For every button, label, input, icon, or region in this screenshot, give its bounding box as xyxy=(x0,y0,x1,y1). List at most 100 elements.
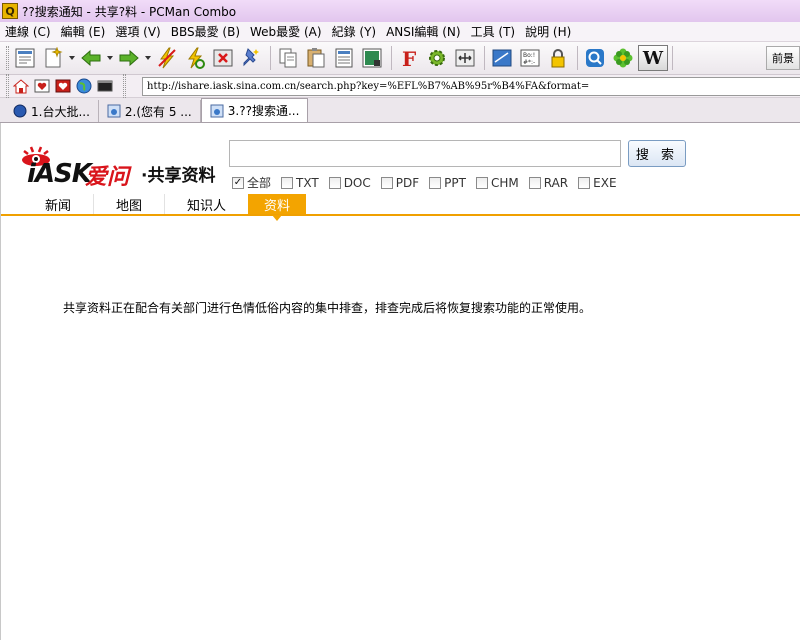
filter-txt[interactable]: TXT xyxy=(281,176,319,190)
wikipedia-button[interactable]: W xyxy=(638,45,668,71)
fullscreen-button[interactable] xyxy=(452,45,478,71)
format-filters: ✓ 全部 TXT DOC PDF PPT CHM RAR EXE xyxy=(232,174,627,191)
toolbar-separator xyxy=(270,46,271,70)
nav-map[interactable]: 地图 xyxy=(93,194,164,214)
new-connection-dropdown[interactable] xyxy=(68,45,76,71)
close-window-icon xyxy=(213,49,233,67)
globe-icon xyxy=(76,78,92,94)
reconnect-button[interactable] xyxy=(182,45,208,71)
nav-docs-active[interactable]: 资料 xyxy=(248,194,307,221)
pin-favorite-icon xyxy=(243,48,259,67)
screenshot-button[interactable] xyxy=(359,45,385,71)
close-tab-button[interactable] xyxy=(210,45,236,71)
copy-button[interactable] xyxy=(275,45,301,71)
checkbox-icon[interactable] xyxy=(578,176,591,189)
maintenance-notice: 共享资料正在配合有关部门进行色情低俗内容的集中排查，排查完成后将恢复搜索功能的正… xyxy=(63,301,592,315)
new-connection-button[interactable] xyxy=(40,45,66,71)
padlock-icon xyxy=(551,49,565,68)
checkbox-icon[interactable] xyxy=(528,176,541,189)
ansi-copy-button[interactable] xyxy=(331,45,357,71)
filter-exe[interactable]: EXE xyxy=(578,175,617,190)
gear-icon xyxy=(429,50,445,66)
nav-knowledge[interactable]: 知识人 xyxy=(164,194,248,214)
checkbox-icon[interactable] xyxy=(429,176,442,189)
checkbox-icon[interactable] xyxy=(380,176,393,189)
font-button[interactable]: F xyxy=(396,45,422,71)
menu-web-favorites[interactable]: Web最愛 (A) xyxy=(245,23,327,40)
pcman-window: Q ??搜索通知 - 共享?料 - PCMan Combo 連線 (C) 編輯 … xyxy=(0,0,800,640)
url-input[interactable] xyxy=(142,77,800,96)
menu-bbs-favorites[interactable]: BBS最愛 (B) xyxy=(166,23,245,40)
iask-logo[interactable]: iASK 爱问 ·共享资料 xyxy=(19,141,224,193)
filter-rar[interactable]: RAR xyxy=(528,176,568,190)
search-button[interactable]: 搜 索 xyxy=(628,140,686,167)
forward-arrow-icon xyxy=(119,49,139,67)
checkbox-icon[interactable] xyxy=(475,176,488,189)
globe-button[interactable] xyxy=(75,77,93,95)
terminal-button[interactable] xyxy=(96,77,114,95)
home-icon xyxy=(13,79,29,94)
window-title: ??搜索通知 - 共享?料 - PCMan Combo xyxy=(22,4,237,19)
svg-text:Bo:!: Bo:! xyxy=(523,52,535,59)
pcman-app-icon[interactable]: Q xyxy=(2,3,18,19)
sitelist-button[interactable] xyxy=(12,45,38,71)
filter-ppt[interactable]: PPT xyxy=(429,176,466,190)
checkbox-checked-icon[interactable]: ✓ xyxy=(232,176,244,189)
filter-doc[interactable]: DOC xyxy=(328,175,371,190)
back-dropdown[interactable] xyxy=(106,45,114,71)
font-f-icon: F xyxy=(402,47,416,69)
terminal-icon xyxy=(97,80,113,92)
forward-dropdown[interactable] xyxy=(144,45,152,71)
flower-button[interactable] xyxy=(610,45,636,71)
home-button[interactable] xyxy=(12,77,30,95)
bbs-favorites-button[interactable] xyxy=(33,77,51,95)
menu-ansi-edit[interactable]: ANSI編輯 (N) xyxy=(381,23,466,40)
logo-aiwen-text: 爱问 xyxy=(85,165,130,190)
url-grip[interactable] xyxy=(123,74,126,98)
menu-edit[interactable]: 編輯 (E) xyxy=(56,23,111,40)
address-bar-grip[interactable] xyxy=(6,74,9,98)
tab-1[interactable]: 1.台大批... xyxy=(5,100,99,122)
site-nav: 新闻 地图 知识人 资料 xyxy=(1,194,800,221)
filter-chm[interactable]: CHM xyxy=(475,176,519,190)
tab-label: 2.(您有 5 ... xyxy=(124,104,192,119)
disconnect-button[interactable] xyxy=(154,45,180,71)
filter-label: DOC xyxy=(343,175,371,190)
logo-iask-text: iASK xyxy=(27,159,92,189)
tab-3-active[interactable]: 3.??搜索通... xyxy=(200,98,309,122)
lock-button[interactable] xyxy=(545,45,571,71)
screen-mode-button[interactable] xyxy=(489,45,515,71)
filter-label: 全部 xyxy=(247,176,272,190)
web-favorites-button[interactable] xyxy=(54,77,72,95)
foreground-button[interactable]: 前景 xyxy=(766,46,800,70)
menu-connection[interactable]: 連線 (C) xyxy=(0,23,56,40)
menu-history[interactable]: 紀錄 (Y) xyxy=(327,23,382,40)
checkbox-icon[interactable] xyxy=(328,176,341,189)
add-favorite-button[interactable] xyxy=(238,45,264,71)
filter-label: PPT xyxy=(444,175,466,190)
back-arrow-icon xyxy=(81,49,101,67)
search-engine-button[interactable] xyxy=(582,45,608,71)
forward-button[interactable] xyxy=(116,45,142,71)
preferences-button[interactable] xyxy=(424,45,450,71)
search-input[interactable] xyxy=(229,140,621,167)
filter-label: EXE xyxy=(593,175,617,190)
menu-options[interactable]: 選項 (V) xyxy=(110,23,165,40)
tab-2[interactable]: 2.(您有 5 ... xyxy=(99,100,201,122)
paste-button[interactable] xyxy=(303,45,329,71)
tab-label: 3.??搜索通... xyxy=(227,104,300,118)
back-button[interactable] xyxy=(78,45,104,71)
toolbar-grip[interactable] xyxy=(6,46,9,70)
web-page-icon xyxy=(107,104,121,118)
emoticon-button[interactable]: Bo:! #*:- xyxy=(517,45,543,71)
checkbox-icon[interactable] xyxy=(281,176,294,189)
menu-tools[interactable]: 工具 (T) xyxy=(466,23,521,40)
title-bar[interactable]: Q ??搜索通知 - 共享?料 - PCMan Combo xyxy=(0,0,800,22)
menu-help[interactable]: 說明 (H) xyxy=(520,23,576,40)
picture-frame-icon xyxy=(362,48,382,68)
nav-news[interactable]: 新闻 xyxy=(23,194,93,214)
web-heart-icon xyxy=(55,79,71,93)
filter-pdf[interactable]: PDF xyxy=(380,176,419,190)
filter-all[interactable]: ✓ 全部 xyxy=(232,174,271,191)
web-content: iASK 爱问 ·共享资料 搜 索 ✓ 全部 TXT DOC PDF PPT CH… xyxy=(0,123,800,640)
